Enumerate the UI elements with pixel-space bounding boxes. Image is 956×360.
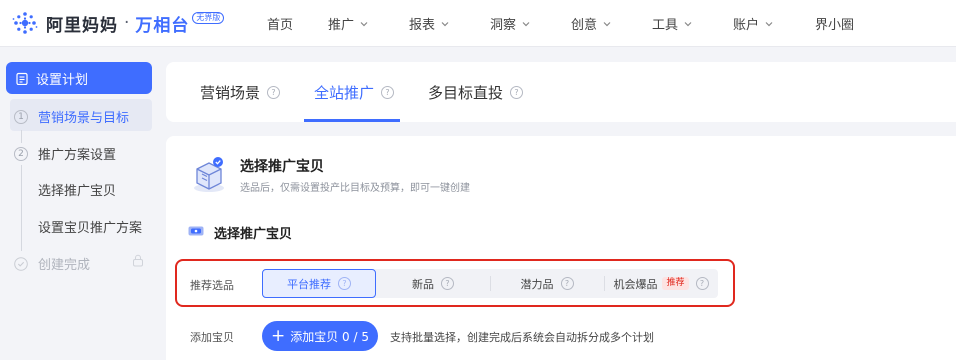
add-item-label: 添加宝贝 (190, 331, 234, 344)
tab-marketing-scene[interactable]: 营销场景? (200, 62, 281, 122)
select-item-panel: 选择推广宝贝 选品后，仅需设置投产比目标及预算，即可一键创建 选择推广宝贝 推荐… (166, 136, 956, 360)
nav-item-label: 账户 (733, 18, 760, 33)
recommend-option-platform[interactable]: 平台推荐? (262, 269, 376, 298)
nav-item-label: 洞察 (490, 18, 517, 33)
alimama-logo-icon (12, 12, 38, 34)
plus-icon: + (270, 325, 286, 346)
question-circle-icon[interactable]: ? (338, 277, 351, 290)
nav-item-community[interactable]: 界小圈 (815, 14, 854, 33)
tab-full-site-promotion[interactable]: 全站推广? (314, 62, 395, 122)
step-number: 2 (14, 146, 28, 161)
nav-item-label: 推广 (328, 18, 355, 33)
step-promotion-plan[interactable]: 2 推广方案设置 (14, 144, 116, 163)
option-label: 潜力品 (520, 277, 554, 291)
substep-item-plan[interactable]: 设置宝贝推广方案 (38, 217, 142, 236)
step-connector (21, 165, 22, 251)
section-subtitle: 选品后，仅需设置投产比目标及预算，即可一键创建 (240, 183, 470, 194)
brand-logo[interactable]: 阿里妈妈 · 万相台 无界版 (12, 10, 225, 36)
option-label: 机会爆品 (613, 277, 658, 291)
nav-item-account[interactable]: 账户 (733, 14, 774, 33)
nav-item-label: 首页 (267, 18, 294, 33)
active-tab-indicator (304, 119, 400, 122)
question-circle-icon[interactable]: ? (695, 277, 709, 290)
nav-item-tools[interactable]: 工具 (652, 14, 693, 33)
nav-item-promotion[interactable]: 推广 (328, 14, 369, 33)
question-circle-icon[interactable]: ? (560, 277, 574, 290)
chevron-down-icon (603, 21, 611, 26)
add-item-button-label: 添加宝贝 0 / 5 (290, 329, 369, 344)
sidebar-header-label: 设置计划 (36, 72, 89, 88)
option-label: 平台推荐 (287, 277, 331, 291)
top-nav-bar: 阿里妈妈 · 万相台 无界版 首页 推广 报表 洞察 创意 工具 账户 界小圈 (0, 0, 956, 47)
chevron-down-icon (522, 21, 530, 26)
brand-separator: · (124, 13, 130, 33)
check-circle-icon (14, 256, 28, 271)
chevron-down-icon (765, 21, 773, 26)
nav-item-home[interactable]: 首页 (267, 14, 293, 33)
recommend-option-potential[interactable]: 潜力品? (490, 269, 604, 298)
tab-label: 全站推广 (314, 83, 375, 102)
step-number: 1 (14, 109, 28, 124)
question-circle-icon[interactable]: ? (441, 277, 454, 290)
step-connector (21, 130, 22, 143)
recommend-badge: 推荐 (662, 277, 689, 290)
nav-item-insights[interactable]: 洞察 (490, 14, 531, 33)
nav-item-label: 报表 (409, 18, 436, 33)
item-tag-icon (188, 226, 204, 236)
option-label: 新品 (412, 277, 434, 291)
recommend-segmented-control: 平台推荐? 新品? 潜力品? 机会爆品 推荐? (262, 269, 718, 298)
add-item-button[interactable]: + 添加宝贝 0 / 5 (262, 321, 378, 351)
step-label: 推广方案设置 (38, 148, 117, 163)
step-label: 营销场景与目标 (38, 111, 130, 126)
question-circle-icon[interactable]: ? (381, 85, 395, 99)
step-label: 创建完成 (38, 258, 91, 273)
chevron-down-icon (684, 21, 692, 26)
clipboard-icon (16, 72, 28, 85)
tab-label: 多目标直投 (428, 83, 504, 102)
nav-item-reports[interactable]: 报表 (409, 14, 450, 33)
marketing-tabs: 营销场景? 全站推广? 多目标直投? (166, 62, 956, 122)
steps-sidebar: 设置计划 1 营销场景与目标 2 推广方案设置 选择推广宝贝 设置宝贝推广方案 … (0, 47, 160, 360)
nav-item-creative[interactable]: 创意 (571, 14, 612, 33)
recommend-option-opportunity[interactable]: 机会爆品 推荐? (604, 269, 718, 298)
product-name: 万相台 (135, 15, 190, 36)
tab-label: 营销场景 (200, 83, 261, 102)
chevron-down-icon (360, 21, 368, 26)
step-create-done: 创建完成 (14, 254, 90, 273)
chevron-down-icon (441, 21, 449, 26)
substep-select-item[interactable]: 选择推广宝贝 (38, 180, 116, 199)
step-marketing-scene[interactable]: 1 营销场景与目标 (14, 107, 129, 126)
nav-item-label: 创意 (571, 18, 598, 33)
recommend-option-new[interactable]: 新品? (376, 269, 490, 298)
tab-multi-target[interactable]: 多目标直投? (428, 62, 524, 122)
question-circle-icon[interactable]: ? (267, 85, 281, 99)
edition-badge: 无界版 (192, 12, 225, 24)
sidebar-header-setup-plan[interactable]: 设置计划 (6, 62, 152, 94)
recommend-label: 推荐选品 (190, 279, 234, 292)
brand-name: 阿里妈妈 (46, 15, 118, 36)
product-box-icon (194, 157, 224, 192)
add-item-hint: 支持批量选择，创建完成后系统会自动拆分成多个计划 (390, 331, 654, 344)
question-circle-icon[interactable]: ? (510, 85, 524, 99)
nav-item-label: 界小圈 (815, 18, 855, 33)
lock-icon (133, 254, 143, 267)
nav-item-label: 工具 (652, 18, 679, 33)
section-title: 选择推广宝贝 (240, 159, 324, 175)
subsection-title: 选择推广宝贝 (214, 227, 293, 242)
